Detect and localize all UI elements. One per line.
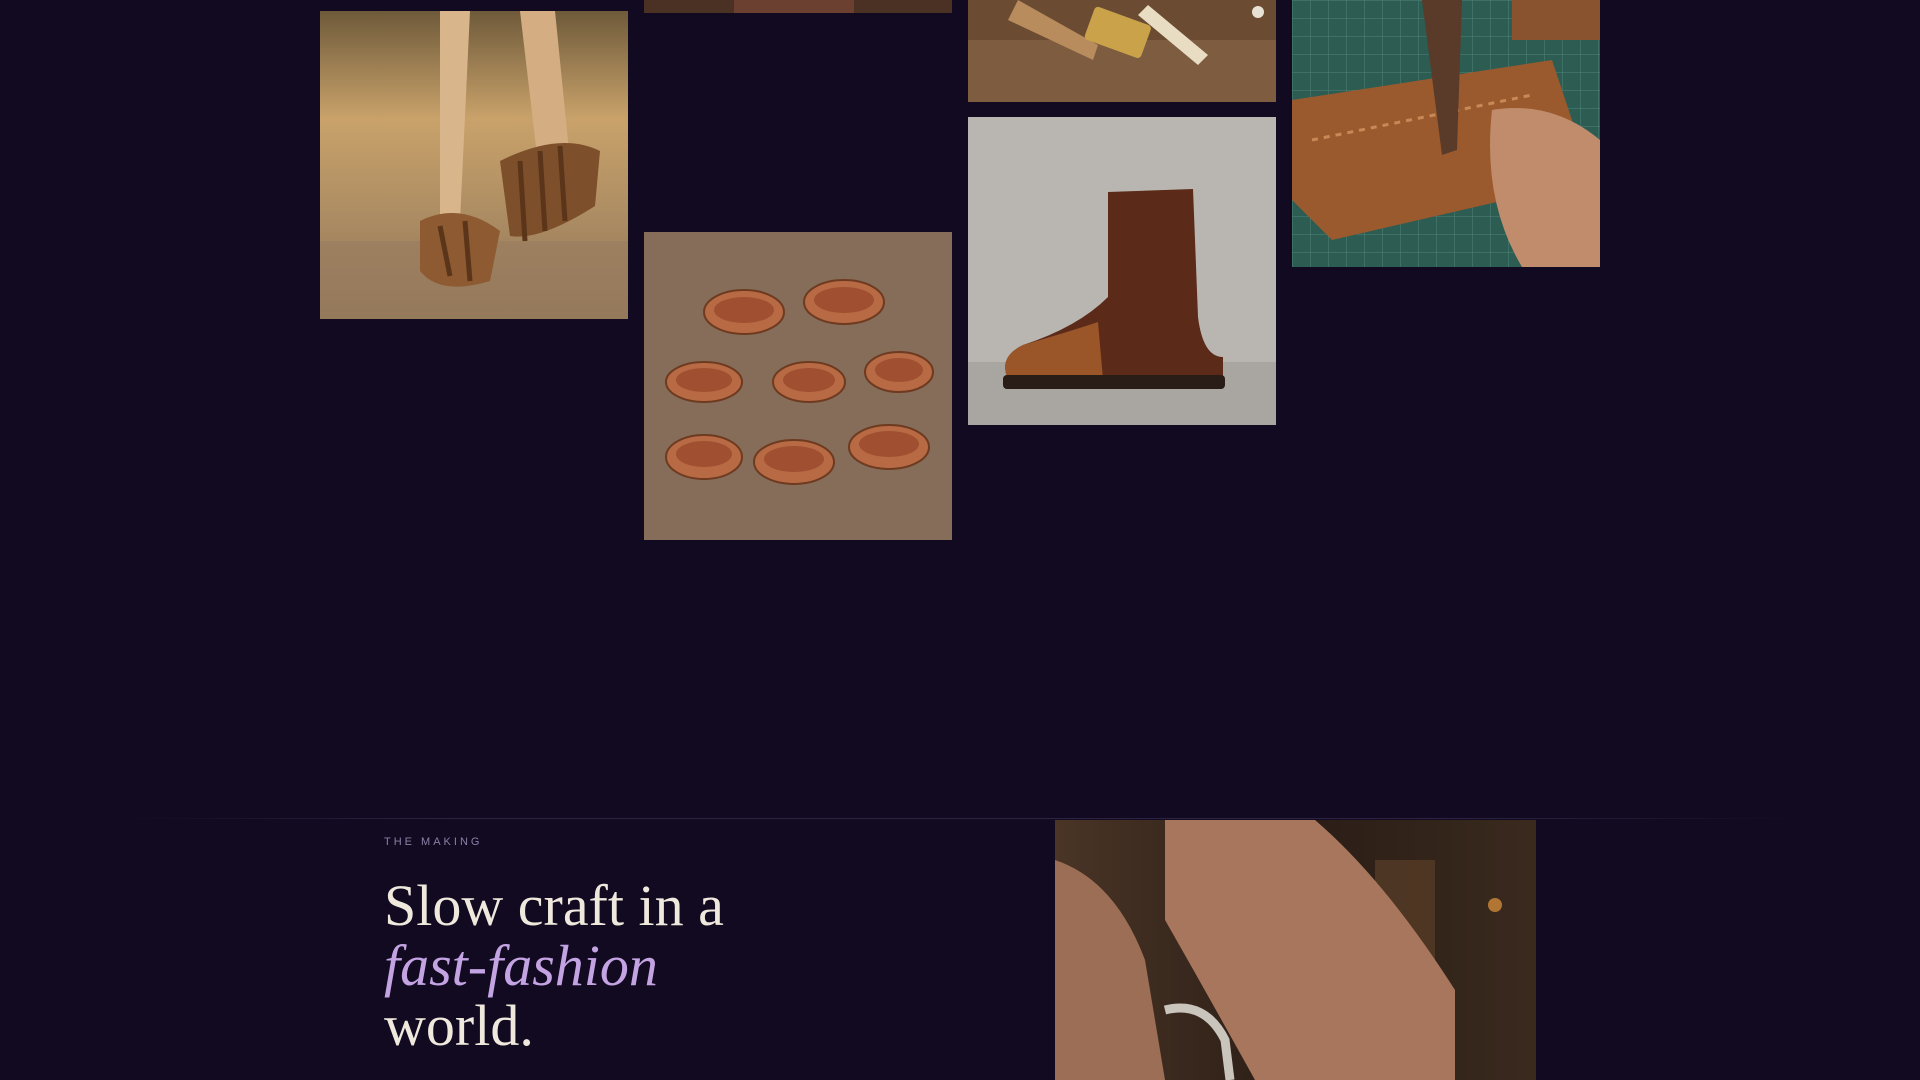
- headline-line-1: Slow craft in a: [384, 873, 724, 938]
- making-image: [1055, 820, 1536, 1080]
- leather-photo-icon: [644, 0, 952, 13]
- craftsman-hands-photo-icon: [1055, 820, 1536, 1080]
- section-headline: Slow craft in a fast-fashion world.: [384, 876, 724, 1056]
- gallery-image-stitching[interactable]: [1292, 0, 1600, 267]
- sandals-photo-icon: [320, 11, 628, 319]
- leather-dye-jars-photo-icon: [644, 232, 952, 540]
- section-divider: [120, 818, 1800, 819]
- section-eyebrow: THE MAKING: [384, 836, 483, 848]
- hand-stitching-photo-icon: [1292, 0, 1600, 267]
- gallery-image-dye-jars[interactable]: [644, 232, 952, 540]
- gallery-image-top-strip[interactable]: [644, 0, 952, 13]
- headline-line-3: world.: [384, 993, 534, 1058]
- leather-boot-photo-icon: [968, 117, 1276, 425]
- gallery-image-boot[interactable]: [968, 117, 1276, 425]
- gallery-image-tools[interactable]: [968, 0, 1276, 102]
- leather-tools-photo-icon: [968, 0, 1276, 102]
- gallery-image-sandals[interactable]: [320, 11, 628, 319]
- headline-emphasis: fast-fashion: [384, 933, 658, 998]
